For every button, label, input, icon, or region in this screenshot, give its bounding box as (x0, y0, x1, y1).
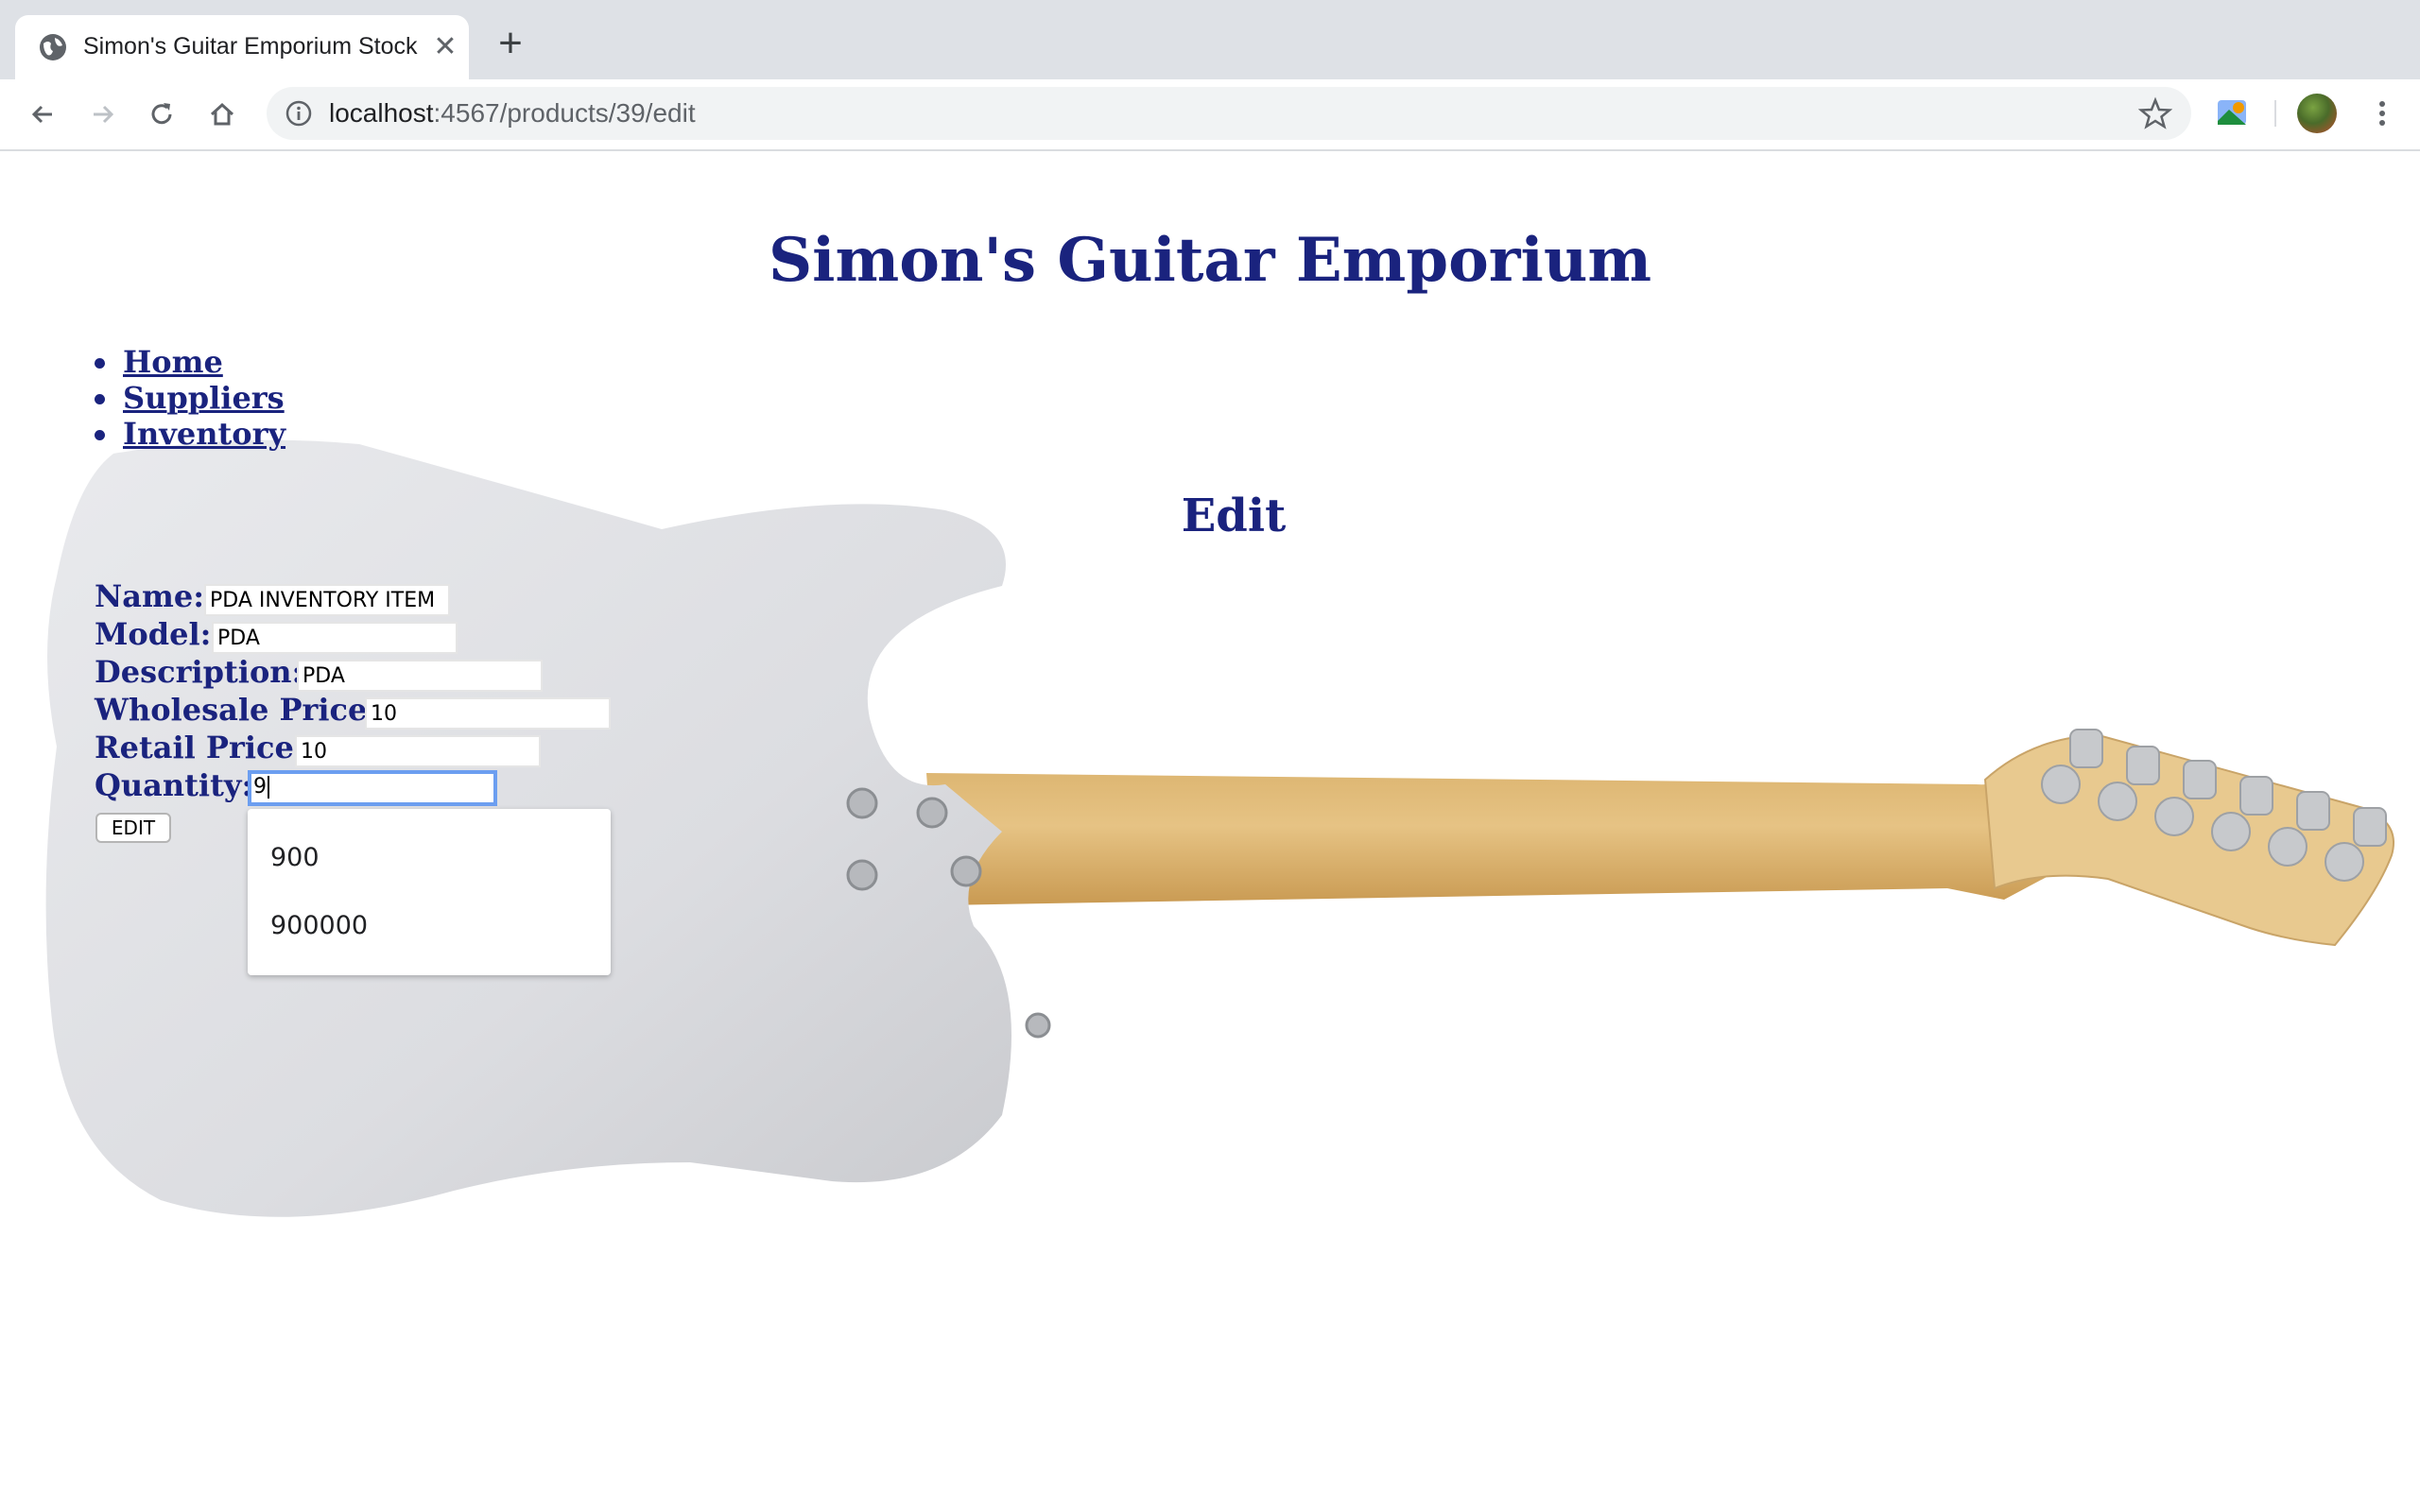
menu-icon[interactable] (2363, 94, 2401, 132)
home-button[interactable] (202, 94, 242, 134)
nav-link-inventory[interactable]: Inventory (123, 416, 285, 452)
tab-strip: Simon's Guitar Emporium Stock ✕ + (0, 0, 2420, 79)
nav-link-suppliers[interactable]: Suppliers (123, 380, 285, 416)
browser-toolbar: localhost:4567/products/39/edit (0, 79, 2420, 151)
name-input[interactable]: PDA INVENTORY ITEM (204, 584, 450, 616)
reload-button[interactable] (142, 94, 182, 134)
url-text[interactable]: localhost:4567/products/39/edit (329, 98, 696, 129)
quantity-input[interactable]: 9 (248, 770, 497, 806)
star-icon[interactable] (2138, 96, 2172, 130)
back-button[interactable] (23, 94, 62, 134)
autocomplete-option[interactable]: 900 (270, 843, 320, 872)
autocomplete-dropdown: 900 900000 (248, 809, 611, 975)
wholesale-price-input[interactable]: 10 (365, 697, 611, 730)
address-bar[interactable]: localhost:4567/products/39/edit (267, 87, 2191, 140)
url-host: localhost (329, 98, 434, 128)
quantity-label: Quantity: (95, 767, 253, 803)
autocomplete-option[interactable]: 900000 (270, 911, 368, 940)
globe-icon (40, 34, 66, 60)
nav-item-suppliers: Suppliers (95, 380, 285, 416)
info-icon[interactable] (284, 98, 314, 129)
back-icon (31, 105, 52, 124)
new-tab-button[interactable]: + (490, 23, 531, 66)
url-path: :4567/products/39/edit (433, 98, 696, 128)
description-input[interactable]: PDA (297, 660, 543, 692)
browser-tab[interactable]: Simon's Guitar Emporium Stock ✕ (15, 15, 469, 79)
reload-icon (151, 103, 172, 125)
main-nav: Home Suppliers Inventory (95, 344, 285, 452)
nav-item-inventory: Inventory (95, 416, 285, 452)
quantity-value: 9 (253, 775, 267, 799)
edit-submit-button[interactable]: EDIT (95, 813, 171, 843)
description-label: Description: (95, 654, 303, 690)
site-title: Simon's Guitar Emporium (768, 225, 1652, 296)
forward-icon (94, 105, 114, 124)
name-label: Name: (95, 578, 205, 614)
extension-icon[interactable] (2214, 94, 2252, 132)
retail-price-label: Retail Price: (95, 730, 305, 765)
tab-title: Simon's Guitar Emporium Stock (83, 33, 418, 60)
profile-avatar[interactable] (2297, 94, 2337, 133)
toolbar-separator (2274, 100, 2276, 127)
forward-button[interactable] (83, 94, 123, 134)
tab-close-icon[interactable]: ✕ (429, 31, 461, 63)
wholesale-price-label: Wholesale Price: (95, 692, 379, 728)
nav-link-home[interactable]: Home (123, 344, 223, 380)
nav-item-home: Home (95, 344, 285, 380)
model-label: Model: (95, 616, 212, 652)
model-input[interactable]: PDA (212, 622, 458, 654)
text-caret (268, 776, 269, 799)
page-heading: Edit (1181, 490, 1287, 542)
home-icon (210, 102, 234, 126)
retail-price-input[interactable]: 10 (295, 735, 541, 767)
